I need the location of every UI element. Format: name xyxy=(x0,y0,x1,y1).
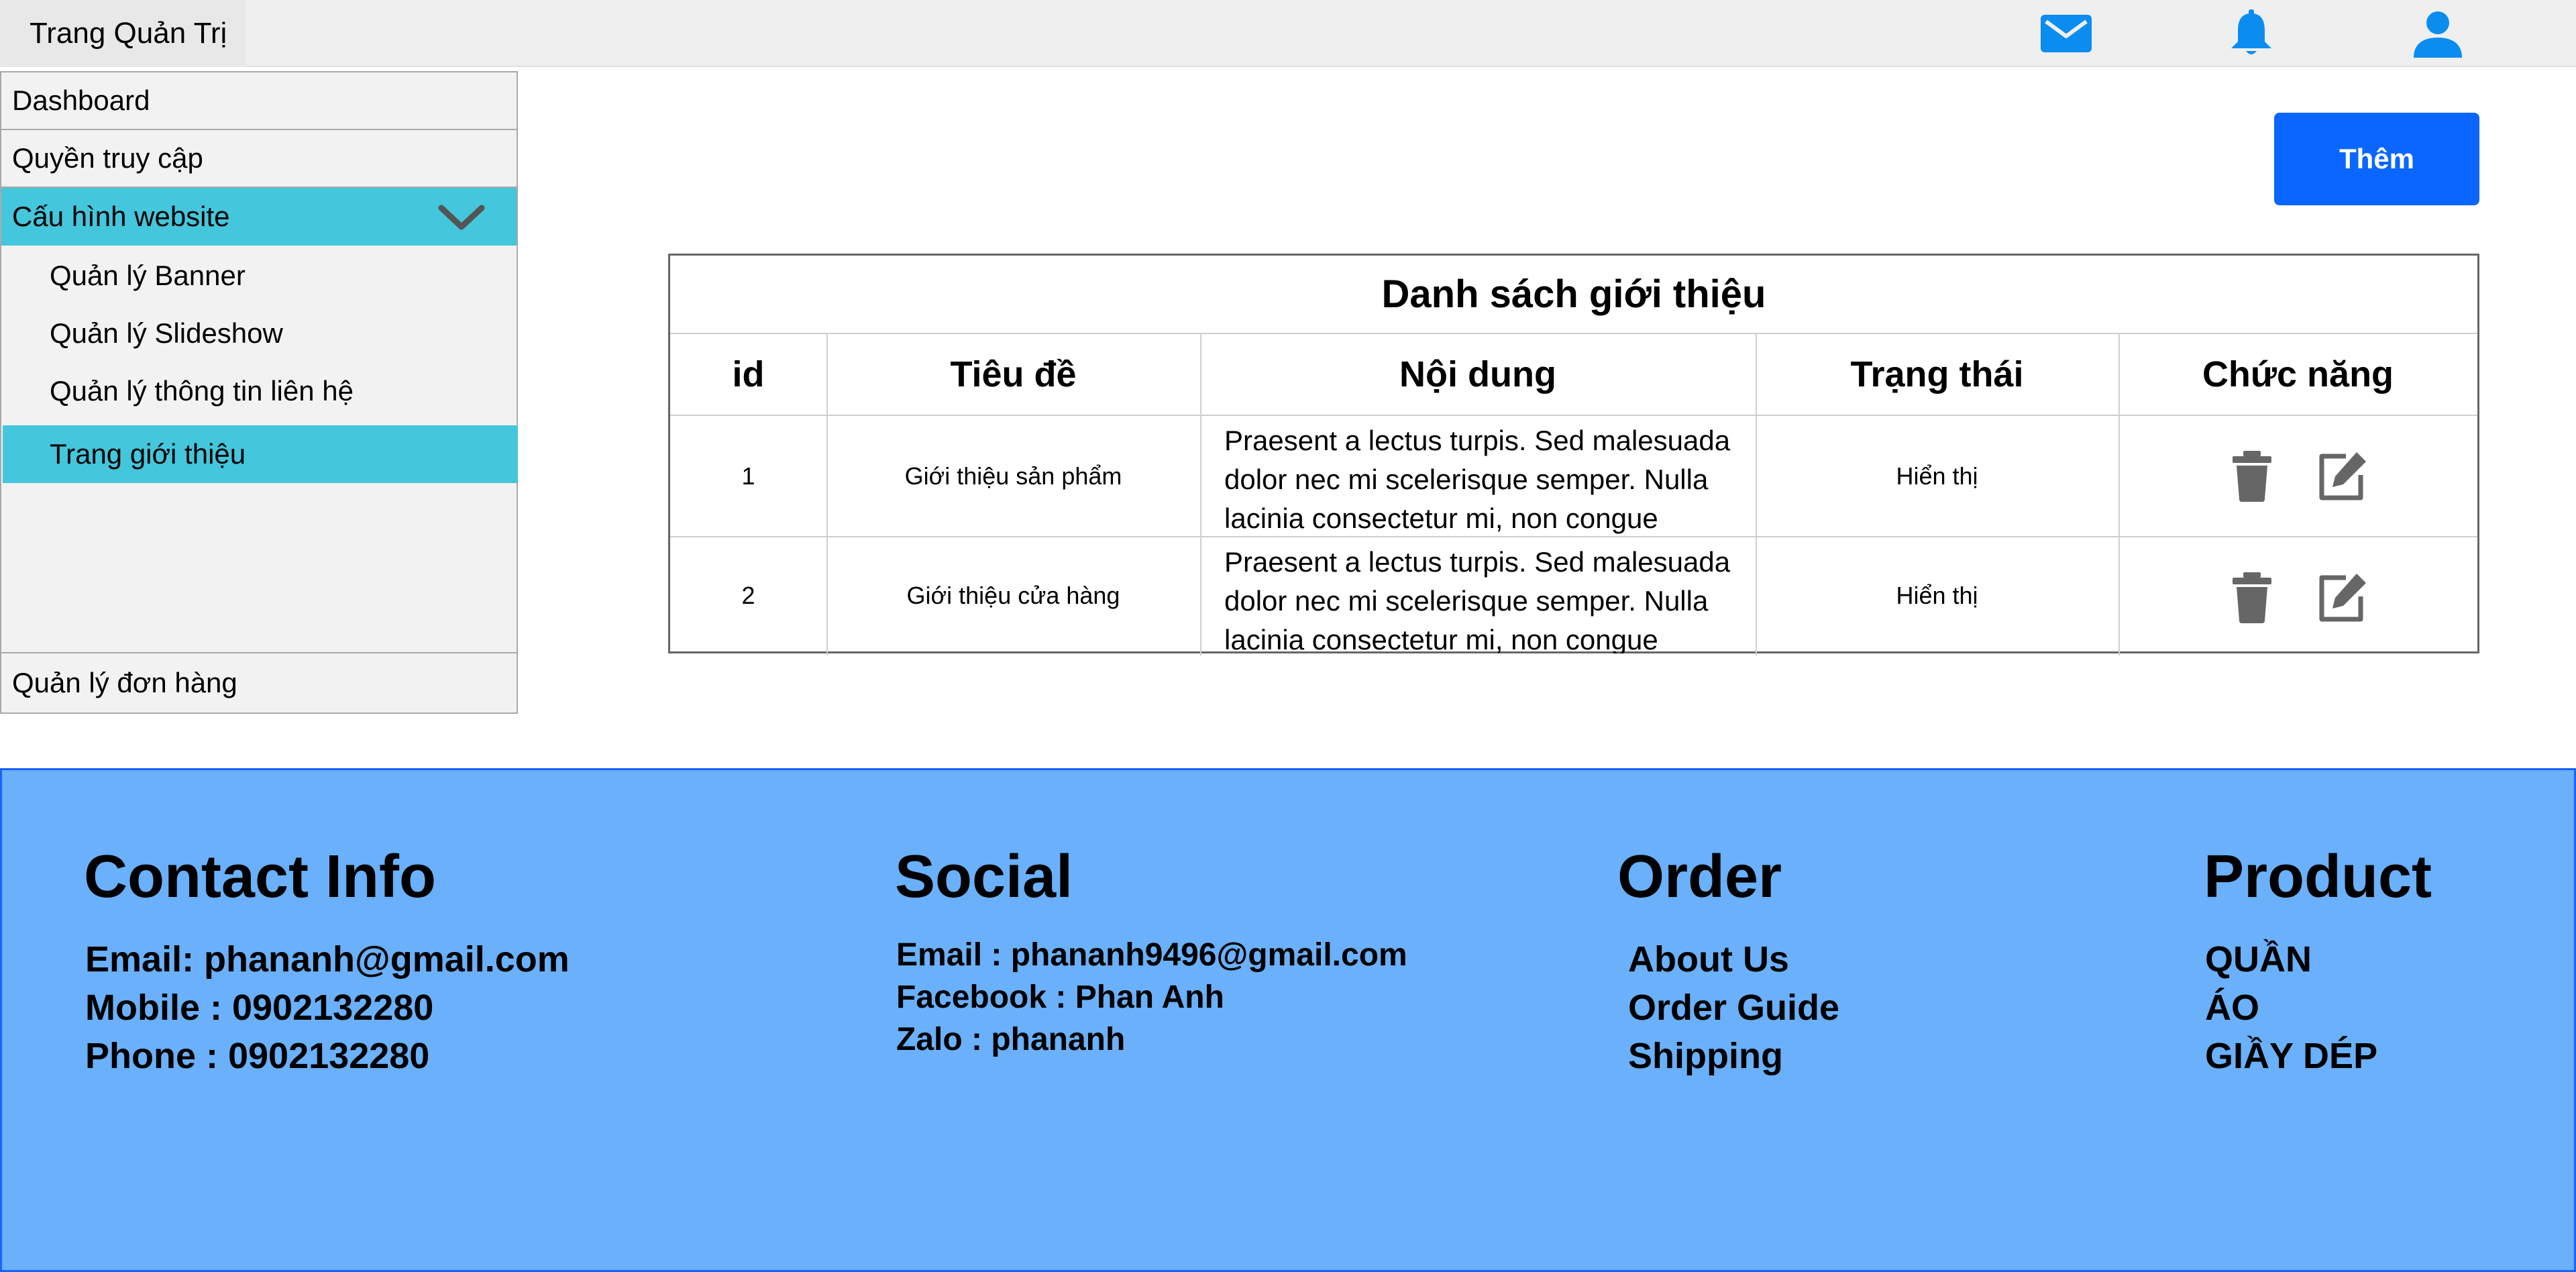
sidebar-submenu: Quản lý Banner Quản lý Slideshow Quản lý… xyxy=(0,246,518,653)
trash-icon[interactable] xyxy=(2229,449,2275,502)
footer-social-zalo[interactable]: Zalo : phananh xyxy=(896,1018,1407,1061)
user-icon[interactable] xyxy=(2411,9,2465,58)
footer-order-list: About Us Order Guide Shipping xyxy=(1628,935,1839,1080)
trash-icon[interactable] xyxy=(2229,571,2275,623)
sidebar-subitem-label: Quản lý Banner xyxy=(50,260,246,291)
cell-content: Praesent a lectus turpis. Sed malesuada … xyxy=(1224,546,1731,653)
footer-product-list: QUẦN ÁO GIẦY DÉP xyxy=(2205,935,2377,1080)
cell-title: Giới thiệu sản phẩm xyxy=(904,462,1122,490)
footer-order-title: Order xyxy=(1617,843,1782,910)
cell-title: Giới thiệu cửa hàng xyxy=(906,581,1120,609)
sidebar-item-label: Cấu hình website xyxy=(12,201,230,232)
footer-social-email[interactable]: Email : phananh9496@gmail.com xyxy=(896,934,1407,976)
sidebar-subitem-contact-info[interactable]: Quản lý thông tin liên hệ xyxy=(3,362,518,420)
cell-id: 2 xyxy=(741,581,755,609)
sidebar-subitem-label: Trang giới thiệu xyxy=(50,438,246,470)
footer-contact-mobile: Mobile : 0902132280 xyxy=(85,988,434,1028)
cell-id: 1 xyxy=(741,462,755,490)
cell-status: Hiển thị xyxy=(1896,462,1978,490)
add-button[interactable]: Thêm xyxy=(2274,113,2479,205)
footer-contact-email: Email: phananh@gmail.com xyxy=(85,939,570,979)
sidebar-item-label: Dashboard xyxy=(12,85,150,116)
edit-icon[interactable] xyxy=(2316,449,2370,502)
footer-social-list: Email : phananh9496@gmail.com Facebook :… xyxy=(896,934,1407,1061)
cell-status: Hiển thị xyxy=(1896,581,1978,609)
footer-contact-phone: Phone : 0902132280 xyxy=(85,1036,430,1076)
sidebar-item-dashboard[interactable]: Dashboard xyxy=(0,71,518,130)
table-title: Danh sách giới thiệu xyxy=(670,256,2477,334)
column-header-id: id xyxy=(732,354,765,394)
footer-link-quan[interactable]: QUẦN xyxy=(2205,935,2377,984)
sidebar-subitem-intro-page[interactable]: Trang giới thiệu xyxy=(3,425,518,483)
footer-contact-title: Contact Info xyxy=(84,843,436,910)
top-bar: Trang Quản Trị xyxy=(0,0,2576,67)
table-row: 1 Giới thiệu sản phẩm Praesent a lectus … xyxy=(670,416,2477,536)
sidebar-item-label: Quản lý đơn hàng xyxy=(12,667,237,698)
footer: Contact Info Email: phananh@gmail.com Mo… xyxy=(0,768,2576,1272)
footer-link-ao[interactable]: ÁO xyxy=(2205,984,2377,1032)
sidebar-subitem-label: Quản lý Slideshow xyxy=(50,317,283,349)
sidebar-item-website-config[interactable]: Cấu hình website xyxy=(0,187,518,247)
footer-link-giay-dep[interactable]: GIẦY DÉP xyxy=(2205,1032,2377,1080)
footer-social-facebook[interactable]: Facebook : Phan Anh xyxy=(896,976,1407,1018)
sidebar-item-orders[interactable]: Quản lý đơn hàng xyxy=(0,652,518,714)
column-header-actions: Chức năng xyxy=(2202,354,2394,394)
mail-icon[interactable] xyxy=(2039,9,2093,58)
cell-content: Praesent a lectus turpis. Sed malesuada … xyxy=(1224,425,1731,534)
chevron-down-icon[interactable] xyxy=(437,203,486,232)
footer-product-title: Product xyxy=(2204,843,2432,910)
sidebar-item-label: Quyền truy cập xyxy=(12,142,203,174)
brand-title[interactable]: Trang Quản Trị xyxy=(0,0,246,67)
table-row: 2 Giới thiệu cửa hàng Praesent a lectus … xyxy=(670,537,2477,653)
intro-table: Danh sách giới thiệu id Tiêu đề Nội dung… xyxy=(668,254,2479,655)
footer-link-order-guide[interactable]: Order Guide xyxy=(1628,984,1839,1032)
footer-contact-list: Email: phananh@gmail.com Mobile : 090213… xyxy=(85,935,570,1080)
bell-icon[interactable] xyxy=(2224,9,2278,58)
footer-link-shipping[interactable]: Shipping xyxy=(1628,1032,1839,1080)
sidebar-subitem-slideshow[interactable]: Quản lý Slideshow xyxy=(3,305,518,362)
sidebar-subitem-label: Quản lý thông tin liên hệ xyxy=(50,375,354,407)
sidebar-item-access[interactable]: Quyền truy cập xyxy=(0,129,518,188)
column-header-title: Tiêu đề xyxy=(950,354,1077,394)
edit-icon[interactable] xyxy=(2316,571,2370,623)
footer-link-about-us[interactable]: About Us xyxy=(1628,935,1839,984)
column-header-content: Nội dung xyxy=(1399,354,1556,394)
footer-social-title: Social xyxy=(895,843,1073,910)
column-header-status: Trạng thái xyxy=(1850,354,2024,394)
sidebar-subitem-banner[interactable]: Quản lý Banner xyxy=(3,247,518,305)
